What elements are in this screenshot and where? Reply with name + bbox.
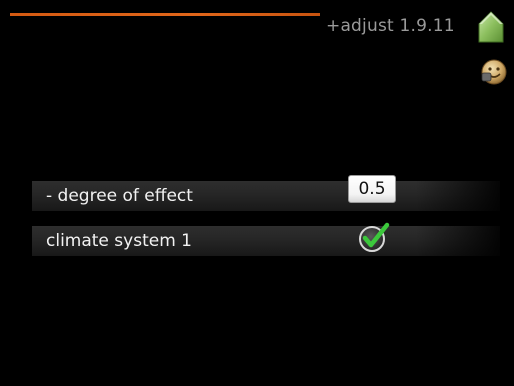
- display-screen: +adjust 1.9.11 - degree of effect 0.5 cl…: [0, 0, 514, 386]
- climate-system-checkbox[interactable]: [356, 220, 392, 256]
- setting-row-climate-system-1[interactable]: climate system 1: [32, 222, 500, 256]
- setting-row-degree-of-effect[interactable]: - degree of effect 0.5: [32, 175, 500, 211]
- setting-label: climate system 1: [46, 231, 192, 251]
- setting-label: - degree of effect: [46, 186, 193, 206]
- smiley-face-icon[interactable]: [480, 58, 508, 86]
- title-underline: [10, 13, 320, 16]
- menu-title: +adjust 1.9.11: [326, 16, 455, 36]
- degree-of-effect-value[interactable]: 0.5: [348, 175, 396, 203]
- house-icon[interactable]: [476, 10, 506, 44]
- checkmark-icon: [359, 222, 390, 252]
